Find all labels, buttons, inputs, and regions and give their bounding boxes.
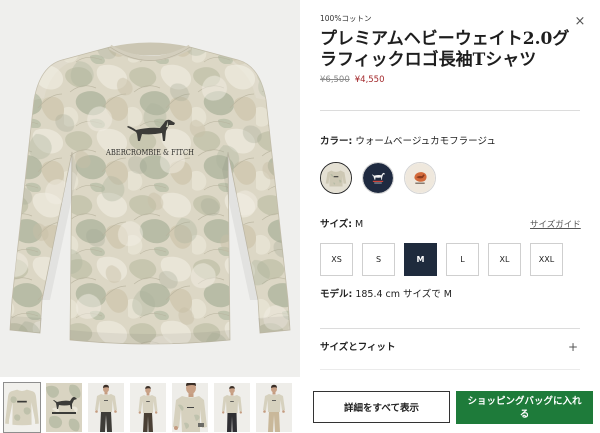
product-title: プレミアムヘビーウェイト2.0グラフィックロゴ長袖Tシャツ xyxy=(320,29,570,70)
gallery-thumbnail[interactable] xyxy=(171,382,209,433)
size-label: サイズ: xyxy=(320,219,353,230)
divider xyxy=(320,110,580,111)
thumbnail-image xyxy=(46,383,82,432)
size-option-m[interactable]: M xyxy=(404,243,437,276)
thumbnail-image xyxy=(172,383,208,432)
view-all-details-button[interactable]: 詳細をすべて表示 xyxy=(313,391,450,423)
gallery-thumbnail[interactable] xyxy=(45,382,83,433)
model-label: モデル: xyxy=(320,289,353,300)
selected-size-value: M xyxy=(355,219,364,230)
divider xyxy=(320,328,580,329)
model-info-value: 185.4 cm サイズで M xyxy=(355,289,452,300)
thumbnail-image xyxy=(4,383,40,432)
color-swatch-warm-beige-camo[interactable] xyxy=(320,162,352,194)
product-details-panel: 100%コットン × プレミアムヘビーウェイト2.0グラフィックロゴ長袖Tシャツ… xyxy=(300,0,600,433)
view-all-details-label: 詳細をすべて表示 xyxy=(344,403,419,414)
size-option-l[interactable]: L xyxy=(446,243,479,276)
logo-text: ABERCROMBIE & FITCH xyxy=(105,148,194,157)
add-to-bag-label: ショッピングバッグに入れる xyxy=(467,395,582,420)
divider xyxy=(320,369,580,370)
navy-shirt-swatch-image xyxy=(363,163,393,193)
close-icon: × xyxy=(574,14,586,29)
thumbnail-image xyxy=(88,383,124,432)
material-label: 100%コットン xyxy=(320,14,372,23)
plus-icon: + xyxy=(567,340,578,354)
gallery-thumbnail[interactable] xyxy=(87,382,125,433)
size-row: サイズ: M xyxy=(320,218,363,231)
size-option-s[interactable]: S xyxy=(362,243,395,276)
thumbnail-image xyxy=(130,383,166,432)
gallery-thumbnail[interactable] xyxy=(213,382,251,433)
size-and-fit-accordion[interactable]: サイズとフィット + xyxy=(320,340,580,355)
size-option-xl[interactable]: XL xyxy=(488,243,521,276)
color-row: カラー: ウォームベージュカモフラージュ xyxy=(320,135,496,148)
thumbnail-image xyxy=(256,383,292,432)
gallery-thumbnail[interactable] xyxy=(129,382,167,433)
close-button[interactable]: × xyxy=(574,15,586,29)
size-option-xxl[interactable]: XXL xyxy=(530,243,563,276)
thumbnail-image xyxy=(214,383,250,432)
gallery-thumbnail[interactable] xyxy=(3,382,41,433)
accordion-label: サイズとフィット xyxy=(320,342,396,353)
camo-shirt-swatch-image xyxy=(321,163,351,193)
price-row: ¥6,500 ¥4,550 xyxy=(320,74,385,86)
model-info-row: モデル: 185.4 cm サイズで M xyxy=(320,288,452,301)
shirt-graphic xyxy=(9,42,291,345)
cream-shirt-swatch-image xyxy=(405,163,435,193)
shirt-photo: ABERCROMBIE & FITCH xyxy=(9,42,291,345)
color-swatch-navy[interactable] xyxy=(362,162,394,194)
logo-text-mark xyxy=(52,412,76,414)
add-to-bag-button[interactable]: ショッピングバッグに入れる xyxy=(456,391,593,424)
original-price: ¥6,500 xyxy=(320,75,350,85)
size-guide-link[interactable]: サイズガイド xyxy=(530,219,581,231)
color-swatch-cream[interactable] xyxy=(404,162,436,194)
product-main-image: ABERCROMBIE & FITCH xyxy=(0,0,300,377)
gallery-thumbnail[interactable] xyxy=(255,382,293,433)
color-value: ウォームベージュカモフラージュ xyxy=(355,136,496,147)
size-option-xs[interactable]: XS xyxy=(320,243,353,276)
color-label: カラー: xyxy=(320,136,353,147)
sale-price: ¥4,550 xyxy=(354,75,385,85)
thumbnail-strip xyxy=(0,382,300,433)
